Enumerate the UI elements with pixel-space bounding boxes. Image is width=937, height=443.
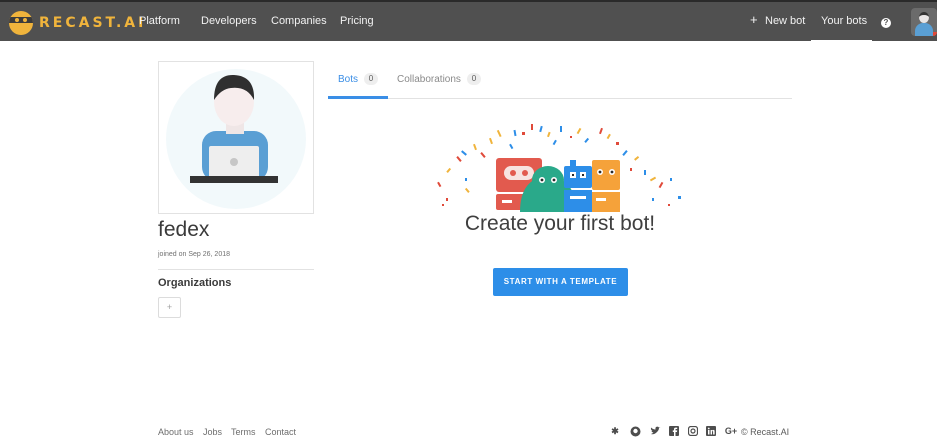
brand-logo[interactable]: RECAST.AI [9, 10, 146, 36]
slack-icon[interactable]: ✱ [609, 425, 621, 437]
tab-bots[interactable]: Bots 0 [338, 73, 379, 85]
brand-name: RECAST.AI [39, 15, 147, 31]
footer-terms[interactable]: Terms [231, 427, 256, 437]
tab-collaborations-label: Collaborations [397, 73, 461, 85]
tab-collaborations[interactable]: Collaborations 0 [397, 73, 481, 85]
footer-about-us[interactable]: About us [158, 427, 194, 437]
instagram-icon[interactable] [687, 425, 699, 437]
new-bot-link[interactable]: New bot [765, 15, 805, 27]
linkedin-icon[interactable] [705, 425, 717, 437]
profile-picture [158, 61, 314, 214]
google-plus-icon[interactable]: G+ [724, 425, 738, 437]
copyright-text: © Recast.AI [741, 427, 790, 437]
start-with-template-button[interactable]: START WITH A TEMPLATE [493, 268, 628, 296]
organizations-heading: Organizations [158, 277, 232, 289]
plus-icon[interactable]: + [750, 12, 758, 27]
twitter-icon[interactable] [649, 425, 661, 437]
your-bots-link[interactable]: Your bots [821, 15, 867, 27]
tab-collaborations-count: 0 [466, 73, 481, 85]
help-icon[interactable]: ? [881, 18, 891, 28]
bots-illustration [437, 124, 681, 212]
nav-companies[interactable]: Companies [271, 15, 327, 27]
facebook-icon[interactable] [668, 425, 680, 437]
tabs-divider [328, 98, 792, 99]
profile-divider [158, 269, 314, 270]
profile-username: fedex [158, 218, 210, 241]
footer-jobs[interactable]: Jobs [203, 427, 222, 437]
top-navbar: RECAST.AI Platform Developers Companies … [0, 0, 937, 43]
nav-platform[interactable]: Platform [139, 15, 180, 27]
joined-date: joined on Sep 26, 2018 [158, 251, 231, 258]
recast-logo-icon [9, 11, 33, 35]
active-nav-indicator [811, 40, 872, 43]
github-icon[interactable] [629, 425, 641, 437]
tab-bots-count: 0 [364, 73, 379, 85]
user-avatar[interactable] [911, 8, 937, 36]
add-organization-button[interactable]: + [158, 297, 181, 318]
nav-pricing[interactable]: Pricing [340, 15, 374, 27]
empty-state-title: Create your first bot! [464, 212, 656, 235]
tab-bots-label: Bots [338, 73, 359, 85]
nav-developers[interactable]: Developers [201, 15, 257, 27]
footer-contact[interactable]: Contact [265, 427, 296, 437]
active-tab-indicator [328, 96, 388, 99]
